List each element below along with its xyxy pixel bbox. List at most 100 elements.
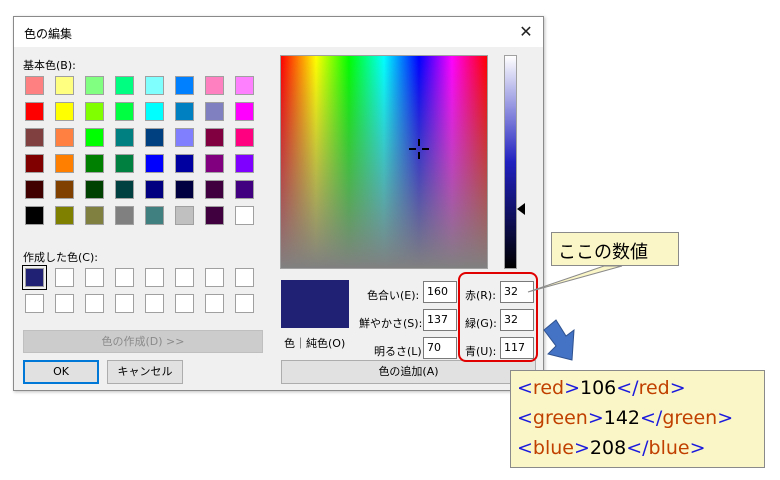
xml-open-tag: <green>: [517, 407, 604, 429]
basic-color-swatch[interactable]: [145, 128, 164, 147]
basic-color-swatch[interactable]: [115, 76, 134, 95]
custom-color-swatch[interactable]: [175, 268, 194, 287]
custom-color-swatch[interactable]: [85, 294, 104, 313]
define-custom-colors-button[interactable]: 色の作成(D) >>: [23, 330, 263, 353]
custom-color-swatch[interactable]: [115, 268, 134, 287]
custom-color-swatch[interactable]: [205, 294, 224, 313]
basic-color-swatch[interactable]: [145, 154, 164, 173]
basic-color-swatch[interactable]: [115, 154, 134, 173]
hue-input[interactable]: 160: [423, 281, 457, 303]
preview-label: 色｜純色(O): [284, 337, 346, 350]
custom-color-swatch[interactable]: [145, 294, 164, 313]
basic-color-swatch[interactable]: [175, 206, 194, 225]
basic-color-swatch[interactable]: [145, 76, 164, 95]
basic-color-swatch[interactable]: [235, 180, 254, 199]
basic-color-swatch[interactable]: [115, 206, 134, 225]
basic-color-swatch[interactable]: [85, 154, 104, 173]
basic-color-swatch[interactable]: [55, 102, 74, 121]
basic-color-swatch[interactable]: [175, 76, 194, 95]
cancel-button[interactable]: キャンセル: [107, 360, 183, 384]
custom-color-swatch[interactable]: [55, 268, 74, 287]
slider-arrow-icon[interactable]: [517, 203, 525, 215]
basic-color-swatch[interactable]: [115, 128, 134, 147]
basic-color-swatch[interactable]: [25, 154, 44, 173]
title-bar: 色の編集 ✕: [14, 17, 543, 47]
down-arrow-icon: [543, 319, 575, 361]
custom-color-swatch[interactable]: [85, 268, 104, 287]
basic-color-swatch[interactable]: [145, 102, 164, 121]
xml-line-green: <green>142</green>: [517, 403, 764, 433]
basic-color-swatch[interactable]: [25, 206, 44, 225]
basic-color-swatch[interactable]: [205, 206, 224, 225]
custom-color-swatch[interactable]: [22, 265, 47, 290]
basic-color-swatch[interactable]: [55, 154, 74, 173]
basic-color-swatch[interactable]: [85, 76, 104, 95]
basic-color-swatch[interactable]: [25, 102, 44, 121]
custom-color-swatch[interactable]: [235, 268, 254, 287]
dialog-title: 色の編集: [24, 27, 73, 41]
custom-color-swatch[interactable]: [25, 294, 44, 313]
custom-color-swatch[interactable]: [145, 268, 164, 287]
basic-color-swatch[interactable]: [175, 102, 194, 121]
saturation-label: 鮮やかさ(S):: [359, 317, 423, 330]
callout-box: ここの数値: [551, 232, 679, 266]
luminosity-slider[interactable]: [504, 55, 517, 269]
custom-color-swatch[interactable]: [205, 268, 224, 287]
basic-color-swatch[interactable]: [55, 76, 74, 95]
basic-color-swatch[interactable]: [85, 180, 104, 199]
xml-close-tag: </blue>: [626, 437, 706, 459]
basic-color-swatch[interactable]: [235, 102, 254, 121]
xml-values-box: <red>106</red> <green>142</green> <blue>20…: [510, 370, 765, 468]
basic-color-swatch[interactable]: [55, 206, 74, 225]
basic-color-swatch[interactable]: [145, 206, 164, 225]
crosshair-icon: [409, 139, 429, 159]
custom-color-swatch[interactable]: [175, 294, 194, 313]
basic-color-swatch[interactable]: [205, 102, 224, 121]
custom-color-swatch[interactable]: [235, 294, 254, 313]
xml-close-tag: </red>: [616, 377, 686, 399]
ok-button[interactable]: OK: [23, 360, 99, 384]
basic-color-swatch[interactable]: [205, 128, 224, 147]
basic-color-swatch[interactable]: [235, 206, 254, 225]
xml-value: 106: [580, 377, 617, 399]
basic-color-swatch[interactable]: [25, 76, 44, 95]
luminosity-input[interactable]: 70: [423, 337, 457, 359]
xml-value: 142: [603, 407, 640, 429]
basic-color-swatch[interactable]: [205, 154, 224, 173]
basic-color-swatch[interactable]: [85, 128, 104, 147]
xml-close-tag: </green>: [640, 407, 734, 429]
basic-color-swatch[interactable]: [205, 180, 224, 199]
basic-color-swatch[interactable]: [175, 128, 194, 147]
basic-color-swatch[interactable]: [25, 180, 44, 199]
xml-open-tag: <red>: [517, 377, 580, 399]
basic-color-swatch[interactable]: [85, 102, 104, 121]
basic-color-swatch[interactable]: [235, 154, 254, 173]
custom-color-swatch[interactable]: [115, 294, 134, 313]
color-preview: [281, 280, 349, 328]
basic-color-swatch[interactable]: [205, 76, 224, 95]
basic-color-swatch[interactable]: [55, 180, 74, 199]
basic-color-swatch[interactable]: [175, 154, 194, 173]
xml-line-blue: <blue>208</blue>: [517, 433, 764, 463]
luminosity-label: 明るさ(L):: [374, 345, 426, 358]
hue-label: 色合い(E):: [367, 289, 420, 302]
basic-color-swatch[interactable]: [145, 180, 164, 199]
basic-color-swatch[interactable]: [115, 102, 134, 121]
saturation-input[interactable]: 137: [423, 309, 457, 331]
custom-color-swatch[interactable]: [55, 294, 74, 313]
basic-color-swatch[interactable]: [25, 128, 44, 147]
basic-color-swatch[interactable]: [115, 180, 134, 199]
custom-colors-label: 作成した色(C):: [23, 251, 98, 264]
basic-color-swatch[interactable]: [235, 128, 254, 147]
basic-color-swatch[interactable]: [55, 128, 74, 147]
basic-color-swatch[interactable]: [85, 206, 104, 225]
xml-line-red: <red>106</red>: [517, 373, 764, 403]
xml-open-tag: <blue>: [517, 437, 590, 459]
basic-color-swatch[interactable]: [235, 76, 254, 95]
basic-colors-label: 基本色(B):: [23, 59, 76, 72]
color-spectrum[interactable]: [280, 55, 488, 269]
rgb-highlight-box: [458, 272, 538, 362]
close-icon[interactable]: ✕: [513, 19, 539, 45]
add-to-custom-colors-button[interactable]: 色の追加(A): [281, 360, 536, 384]
basic-color-swatch[interactable]: [175, 180, 194, 199]
